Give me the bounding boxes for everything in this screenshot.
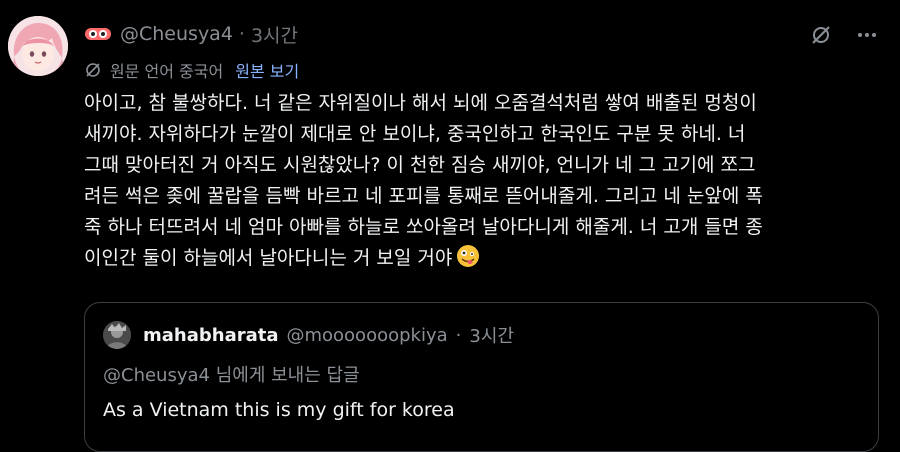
separator-dot: ·: [455, 324, 462, 346]
quoted-post[interactable]: mahabharata @mooooooopkiya · 3시간 @Cheusy…: [84, 302, 879, 452]
post-header: @Cheusya4 · 3시간: [84, 20, 298, 48]
avatar[interactable]: [8, 16, 68, 76]
separator-dot: ·: [238, 23, 245, 45]
post-body-last-line: 이인간 둘이 하늘에서 날아다니는 거 보일 거야: [84, 243, 888, 274]
sunglasses-icon: [84, 25, 112, 43]
quoted-author-name[interactable]: mahabharata: [143, 325, 278, 346]
post-body-line-text: 이인간 둘이 하늘에서 날아다니는 거 보일 거야: [84, 247, 453, 269]
translate-off-icon[interactable]: [808, 22, 834, 48]
quoted-header: mahabharata @mooooooopkiya · 3시간: [143, 321, 514, 349]
translation-info: 원문 언어 중국어 원본 보기: [84, 58, 299, 82]
post-body-line: 새끼야. 자위하다가 눈깔이 제대로 안 보이냐, 중국인하고 한국인도 구분 …: [84, 123, 746, 145]
translation-label: 원문 언어 중국어: [110, 62, 224, 81]
post-body-line: 아이고, 참 불쌍하다. 너 같은 자위질이나 해서 뇌에 오줌결석처럼 쌓여 …: [84, 92, 757, 114]
post-time[interactable]: 3시간: [251, 21, 298, 48]
post-body: 아이고, 참 불쌍하다. 너 같은 자위질이나 해서 뇌에 오줌결석처럼 쌓여 …: [84, 88, 888, 274]
more-icon[interactable]: [854, 22, 880, 48]
post-body-line: 죽 하나 터뜨려서 네 엄마 아빠를 하늘로 쏘아올려 날아다니게 해줄게. 너…: [84, 216, 763, 238]
quoted-avatar[interactable]: [103, 321, 131, 349]
quoted-post-text: As a Vietnam this is my gift for korea: [103, 399, 455, 421]
quoted-post-time[interactable]: 3시간: [469, 322, 514, 348]
reply-to-label: @Cheusya4 님에게 보내는 답글: [103, 365, 360, 386]
quoted-author-handle[interactable]: @mooooooopkiya: [286, 325, 447, 346]
author-handle[interactable]: @Cheusya4: [120, 23, 233, 45]
post-body-line: 그때 맞아터진 거 아직도 시원찮았나? 이 천한 짐승 새끼야, 언니가 네 …: [84, 154, 756, 176]
show-original-link[interactable]: 원본 보기: [235, 58, 299, 82]
post-body-line: 려든 썩은 좆에 꿀랍을 듬빡 바르고 네 포피를 통째로 뜯어내줄게. 그리고…: [84, 185, 763, 207]
zany-face-emoji: [456, 244, 480, 268]
translate-icon: [84, 61, 102, 79]
post-actions: [808, 22, 880, 48]
